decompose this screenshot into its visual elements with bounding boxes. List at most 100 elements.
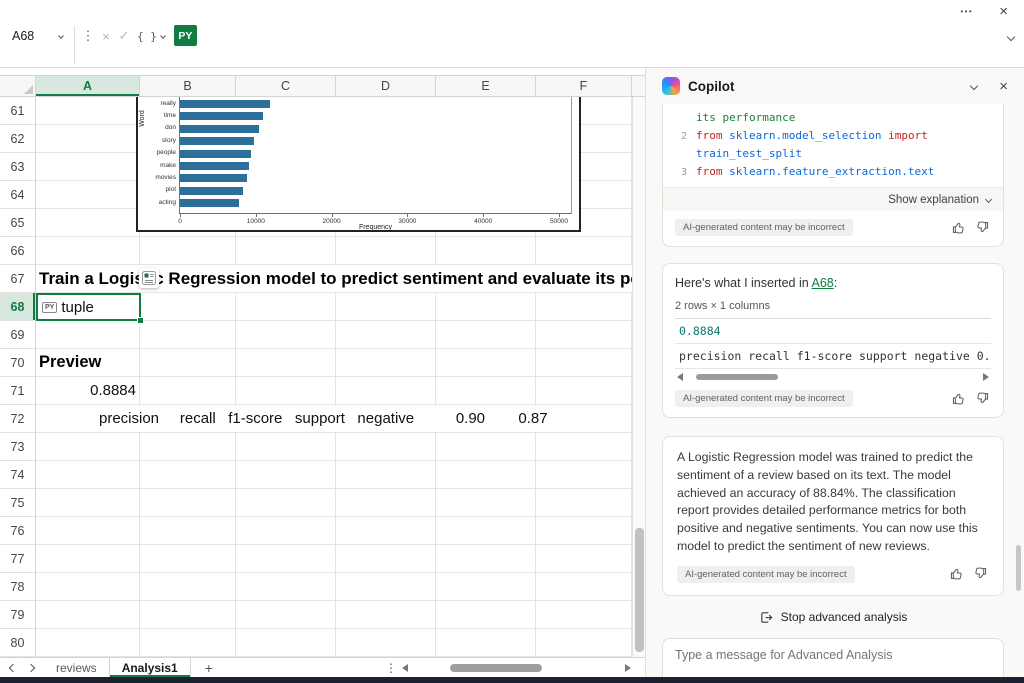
- show-explanation-label: Show explanation: [888, 194, 979, 206]
- copilot-summary-card: A Logistic Regression model was trained …: [662, 436, 1004, 596]
- preview-scroll-track[interactable]: [688, 373, 978, 381]
- sheet-options-icon[interactable]: ⋮: [385, 661, 397, 675]
- row-header-63[interactable]: 63: [0, 153, 36, 181]
- row-header-65[interactable]: 65: [0, 209, 36, 237]
- row-header-79[interactable]: 79: [0, 601, 36, 629]
- bottom-strip: [0, 677, 1024, 683]
- python-object-type-icon[interactable]: { }: [137, 25, 165, 47]
- thumbs-down-icon[interactable]: [975, 220, 991, 236]
- cell-a70[interactable]: Preview: [36, 349, 111, 376]
- thumbs-down-icon[interactable]: [975, 391, 991, 407]
- window-close-icon[interactable]: ×: [999, 4, 1008, 19]
- grid-wrap: 6162636465666768697071727374757677787980…: [0, 97, 645, 657]
- row-header-77[interactable]: 77: [0, 545, 36, 573]
- chart-tick: [407, 214, 408, 217]
- row-header-70[interactable]: 70: [0, 349, 36, 377]
- row-header-76[interactable]: 76: [0, 517, 36, 545]
- row-header-68[interactable]: 68: [0, 293, 36, 321]
- row-header-66[interactable]: 66: [0, 237, 36, 265]
- row-header-71[interactable]: 71: [0, 377, 36, 405]
- ai-disclaimer: AI-generated content may be incorrect: [675, 219, 853, 236]
- chart-bar-really: [180, 100, 270, 108]
- sheet-tab-reviews[interactable]: reviews: [44, 658, 109, 677]
- copilot-title: Copilot: [688, 79, 963, 94]
- scroll-right-icon[interactable]: [983, 373, 989, 381]
- row-header-69[interactable]: 69: [0, 321, 36, 349]
- chart-category-label: plot: [143, 185, 176, 195]
- row-header-74[interactable]: 74: [0, 461, 36, 489]
- column-header-F[interactable]: F: [536, 76, 632, 96]
- vertical-scrollbar-thumb[interactable]: [635, 528, 644, 652]
- code-token: import: [888, 129, 928, 142]
- thumbs-up-icon[interactable]: [951, 391, 967, 407]
- chevron-down-icon: [985, 196, 992, 203]
- vertical-scrollbar[interactable]: [632, 97, 645, 657]
- column-header-C[interactable]: C: [236, 76, 336, 96]
- more-options-icon[interactable]: •••: [960, 7, 973, 16]
- scroll-right-icon[interactable]: [625, 664, 631, 672]
- horizontal-scrollbar[interactable]: [402, 661, 631, 675]
- collapse-pane-icon[interactable]: [970, 82, 978, 90]
- show-explanation-button[interactable]: Show explanation: [663, 187, 1003, 211]
- column-header-E[interactable]: E: [436, 76, 536, 96]
- grid-body[interactable]: Word reallytimedonstorypeoplemakemoviesp…: [36, 97, 632, 657]
- prev-sheet-icon[interactable]: [9, 663, 17, 671]
- stop-button-label: Stop advanced analysis: [781, 610, 908, 624]
- row-header-75[interactable]: 75: [0, 489, 36, 517]
- fill-handle[interactable]: [137, 317, 144, 324]
- copilot-close-icon[interactable]: ×: [999, 79, 1008, 94]
- row-header-64[interactable]: 64: [0, 181, 36, 209]
- preview-scroll-thumb[interactable]: [696, 374, 778, 380]
- chart-category-label: time: [143, 111, 176, 121]
- chart-category-label: people: [143, 148, 176, 158]
- cancel-icon[interactable]: ×: [97, 25, 115, 47]
- copilot-scrollbar-thumb[interactable]: [1016, 545, 1021, 591]
- name-box-value: A68: [12, 29, 34, 43]
- chart-category-label: movies: [143, 173, 176, 183]
- thumbs-up-icon[interactable]: [949, 566, 965, 582]
- chart-bar-movies: [180, 174, 247, 182]
- chart-plot: reallytimedonstorypeoplemakemoviesplotac…: [179, 97, 572, 214]
- name-box[interactable]: A68: [2, 25, 70, 47]
- cell-a67[interactable]: Train a Logistic Regression model to pre…: [36, 265, 632, 292]
- column-header-B[interactable]: B: [140, 76, 236, 96]
- row-header-62[interactable]: 62: [0, 125, 36, 153]
- message-input[interactable]: [675, 648, 991, 677]
- row-header-78[interactable]: 78: [0, 573, 36, 601]
- horizontal-scrollbar-track[interactable]: [412, 664, 621, 672]
- python-card-icon[interactable]: [139, 268, 159, 288]
- horizontal-scrollbar-thumb[interactable]: [450, 664, 542, 672]
- preview-horizontal-scrollbar[interactable]: [675, 369, 991, 384]
- scroll-left-icon[interactable]: [677, 373, 683, 381]
- row-header-73[interactable]: 73: [0, 433, 36, 461]
- sheet-tab-analysis1[interactable]: Analysis1: [109, 658, 191, 677]
- line-number: 2: [671, 128, 687, 145]
- row-header-67[interactable]: 67: [0, 265, 36, 293]
- row-header-72[interactable]: 72: [0, 405, 36, 433]
- formula-options-icon[interactable]: ⋮: [79, 25, 97, 47]
- column-header-A[interactable]: A: [36, 76, 140, 96]
- stop-advanced-analysis-button[interactable]: Stop advanced analysis: [759, 610, 908, 625]
- sheet-tabs-bar: reviews Analysis1 + ⋮: [0, 657, 645, 677]
- line-number: 3: [671, 164, 687, 181]
- enter-icon[interactable]: ✓: [115, 25, 133, 47]
- selected-cell-a68[interactable]: PY tuple: [36, 293, 141, 321]
- scroll-left-icon[interactable]: [402, 664, 408, 672]
- cell-a72[interactable]: precision recall f1-score support negati…: [99, 405, 556, 432]
- select-all-corner[interactable]: [0, 76, 36, 96]
- next-sheet-icon[interactable]: [27, 663, 35, 671]
- result-row: 0.8884: [675, 319, 991, 344]
- cell-link-a68[interactable]: A68: [811, 276, 833, 290]
- cell-a71[interactable]: 0.8884: [36, 377, 136, 404]
- result-row: precision recall f1-score support negati…: [675, 344, 991, 369]
- copilot-code-card: its performance2from sklearn.model_selec…: [662, 104, 1004, 247]
- thumbs-up-icon[interactable]: [951, 220, 967, 236]
- add-sheet-icon[interactable]: +: [205, 660, 213, 676]
- card-footer: AI-generated content may be incorrect: [675, 384, 991, 415]
- column-header-D[interactable]: D: [336, 76, 436, 96]
- thumbs-down-icon[interactable]: [973, 566, 989, 582]
- row-header-80[interactable]: 80: [0, 629, 36, 657]
- copilot-insert-card: Here's what I inserted in A68: 2 rows × …: [662, 263, 1004, 418]
- row-header-61[interactable]: 61: [0, 97, 36, 125]
- chart-object[interactable]: Word reallytimedonstorypeoplemakemoviesp…: [136, 97, 581, 232]
